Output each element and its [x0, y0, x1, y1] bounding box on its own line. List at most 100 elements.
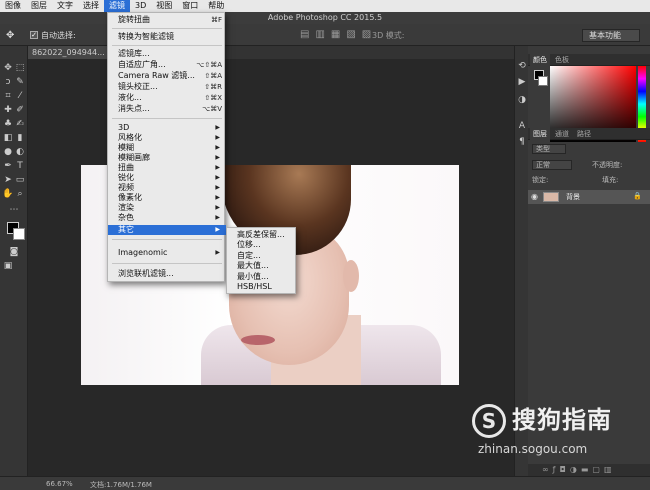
menu-image[interactable]: 图像: [0, 0, 26, 12]
fx-icon[interactable]: ƒ: [553, 465, 560, 474]
layer-thumbnail: [543, 192, 559, 202]
submenu-arrow-icon: ▶: [215, 194, 220, 201]
menu-item-distort[interactable]: 扭曲 ▶: [108, 163, 226, 173]
menu-item-camera-raw[interactable]: Camera Raw 滤镜... ⇧⌘A: [108, 71, 226, 81]
liquify-shortcut: ⇧⌘X: [204, 94, 222, 102]
zoom-icon[interactable]: ⌕: [14, 188, 26, 200]
submenu-item-maximum[interactable]: 最大值...: [227, 261, 297, 271]
panel-background-swatch[interactable]: [538, 76, 548, 86]
tab-layers[interactable]: 图层: [530, 128, 550, 140]
actions-panel-icon[interactable]: ▶: [516, 76, 528, 88]
menu-item-filter-gallery[interactable]: 滤镜库...: [108, 49, 226, 59]
menu-help[interactable]: 帮助: [203, 0, 229, 12]
menu-layer[interactable]: 图层: [26, 0, 52, 12]
history-brush-icon[interactable]: ✍: [14, 118, 26, 130]
menu-item-stylize[interactable]: 风格化 ▶: [108, 133, 226, 143]
document-size[interactable]: 文档:1.76M/1.76M: [90, 480, 152, 490]
menu-item-adaptive-wide-angle[interactable]: 自适应广角... ⌥⇧⌘A: [108, 60, 226, 70]
marquee-icon[interactable]: ⬚: [14, 62, 26, 74]
tab-paths[interactable]: 路径: [574, 128, 594, 140]
brush-icon[interactable]: ✐: [14, 104, 26, 116]
screen-mode-icon[interactable]: ▣: [2, 260, 14, 272]
quick-select-icon[interactable]: ✎: [14, 76, 26, 88]
menu-item-noise[interactable]: 杂色 ▶: [108, 213, 226, 223]
move-tool-icon[interactable]: ✥: [6, 30, 14, 41]
submenu-item-custom[interactable]: 自定...: [227, 251, 297, 261]
adjustments-panel-icon[interactable]: ◑: [516, 94, 528, 106]
menu-separator: [112, 239, 222, 240]
trash-icon[interactable]: ▥: [604, 465, 616, 474]
submenu-item-hsb-hsl[interactable]: HSB/HSL: [227, 282, 297, 292]
group-label: 其它: [118, 225, 134, 234]
healing-icon[interactable]: ✚: [2, 104, 14, 116]
document-tab[interactable]: 862022_094944...: [28, 46, 108, 59]
auto-select-checkbox[interactable]: ✓: [30, 31, 38, 39]
lasso-icon[interactable]: ↄ: [2, 76, 14, 88]
menu-item-blur[interactable]: 模糊 ▶: [108, 143, 226, 153]
menu-item-pixelate[interactable]: 像素化 ▶: [108, 193, 226, 203]
crop-icon[interactable]: ⌗: [2, 90, 14, 102]
path-select-icon[interactable]: ➤: [2, 174, 14, 186]
menu-view[interactable]: 视图: [151, 0, 177, 12]
menu-item-3d[interactable]: 3D ▶: [108, 123, 226, 133]
pen-icon[interactable]: ✒: [2, 160, 14, 172]
menu-item-video[interactable]: 视频 ▶: [108, 183, 226, 193]
blend-mode-select[interactable]: 正常: [532, 160, 572, 170]
dodge-icon[interactable]: ◐: [14, 146, 26, 158]
tab-channels[interactable]: 通道: [552, 128, 572, 140]
eyedropper-icon[interactable]: ⁄: [14, 90, 26, 102]
zoom-level[interactable]: 66.67%: [46, 480, 73, 488]
submenu-item-offset[interactable]: 位移...: [227, 240, 297, 250]
shape-icon[interactable]: ▭: [14, 174, 26, 186]
watermark-url: zhinan.sogou.com: [478, 442, 588, 456]
menu-type[interactable]: 文字: [52, 0, 78, 12]
hand-icon[interactable]: ✋: [2, 188, 14, 200]
tab-color[interactable]: 颜色: [530, 54, 550, 66]
tab-swatches[interactable]: 色板: [552, 54, 572, 66]
menu-item-vanishing-point[interactable]: 消失点... ⌥⌘V: [108, 104, 226, 114]
menu-item-liquify[interactable]: 液化... ⇧⌘X: [108, 93, 226, 103]
other-submenu: 高反差保留... 位移... 自定... 最大值... 最小值... HSB/H…: [226, 227, 296, 294]
menu-item-other[interactable]: 其它 ▶: [108, 225, 226, 235]
paragraph-panel-icon[interactable]: ¶: [516, 136, 528, 148]
character-panel-icon[interactable]: A: [516, 120, 528, 132]
folder-icon[interactable]: ▬: [581, 465, 593, 474]
visibility-eye-icon[interactable]: ◉: [531, 192, 538, 201]
menu-item-last-filter[interactable]: 旋转扭曲 ⌘F: [108, 15, 226, 25]
blur-icon[interactable]: ●: [2, 146, 14, 158]
more-tools-icon[interactable]: ⋯: [8, 204, 20, 216]
layer-name: 背景: [566, 193, 580, 201]
menu-window[interactable]: 窗口: [177, 0, 203, 12]
layer-row-background[interactable]: ◉ 背景 🔒: [528, 190, 650, 204]
options-bar: ✥ ✓ 自动选择: ▤▥▦▧▨ 3D 模式: 基本功能: [0, 24, 650, 46]
menu-filter[interactable]: 滤镜: [104, 0, 130, 12]
layer-kind-filter[interactable]: 类型: [532, 144, 566, 154]
submenu-arrow-icon: ▶: [215, 134, 220, 141]
submenu-item-high-pass[interactable]: 高反差保留...: [227, 230, 297, 240]
type-icon[interactable]: T: [14, 160, 26, 172]
link-icon[interactable]: ∞: [542, 465, 553, 474]
quick-mask-icon[interactable]: ◙: [8, 246, 20, 258]
mask-icon[interactable]: ◘: [560, 465, 570, 474]
background-color-swatch[interactable]: [13, 228, 25, 240]
menu-item-browse-online[interactable]: 浏览联机滤镜...: [108, 269, 226, 279]
eraser-icon[interactable]: ◧: [2, 132, 14, 144]
menu-select[interactable]: 选择: [78, 0, 104, 12]
workspace-select[interactable]: 基本功能: [582, 29, 640, 42]
menu-item-render[interactable]: 渲染 ▶: [108, 203, 226, 213]
submenu-item-minimum[interactable]: 最小值...: [227, 272, 297, 282]
stamp-icon[interactable]: ♣: [2, 118, 14, 130]
menu-item-lens-correction[interactable]: 镜头校正... ⇧⌘R: [108, 82, 226, 92]
menu-3d[interactable]: 3D: [130, 0, 151, 12]
align-icons[interactable]: ▤▥▦▧▨: [300, 29, 377, 40]
menu-item-sharpen[interactable]: 锐化 ▶: [108, 173, 226, 183]
new-layer-icon[interactable]: ▢: [592, 465, 604, 474]
gradient-icon[interactable]: ▮: [14, 132, 26, 144]
menu-item-imagenomic[interactable]: Imagenomic ▶: [108, 248, 226, 258]
group-label: 模糊: [118, 143, 134, 152]
history-panel-icon[interactable]: ⟲: [516, 60, 528, 72]
menu-item-blur-gallery[interactable]: 模糊画廊 ▶: [108, 153, 226, 163]
adjust-icon[interactable]: ◑: [570, 465, 581, 474]
menu-item-convert-smart-filter[interactable]: 转换为智能滤镜: [108, 32, 226, 42]
move-icon[interactable]: ✥: [2, 62, 14, 74]
